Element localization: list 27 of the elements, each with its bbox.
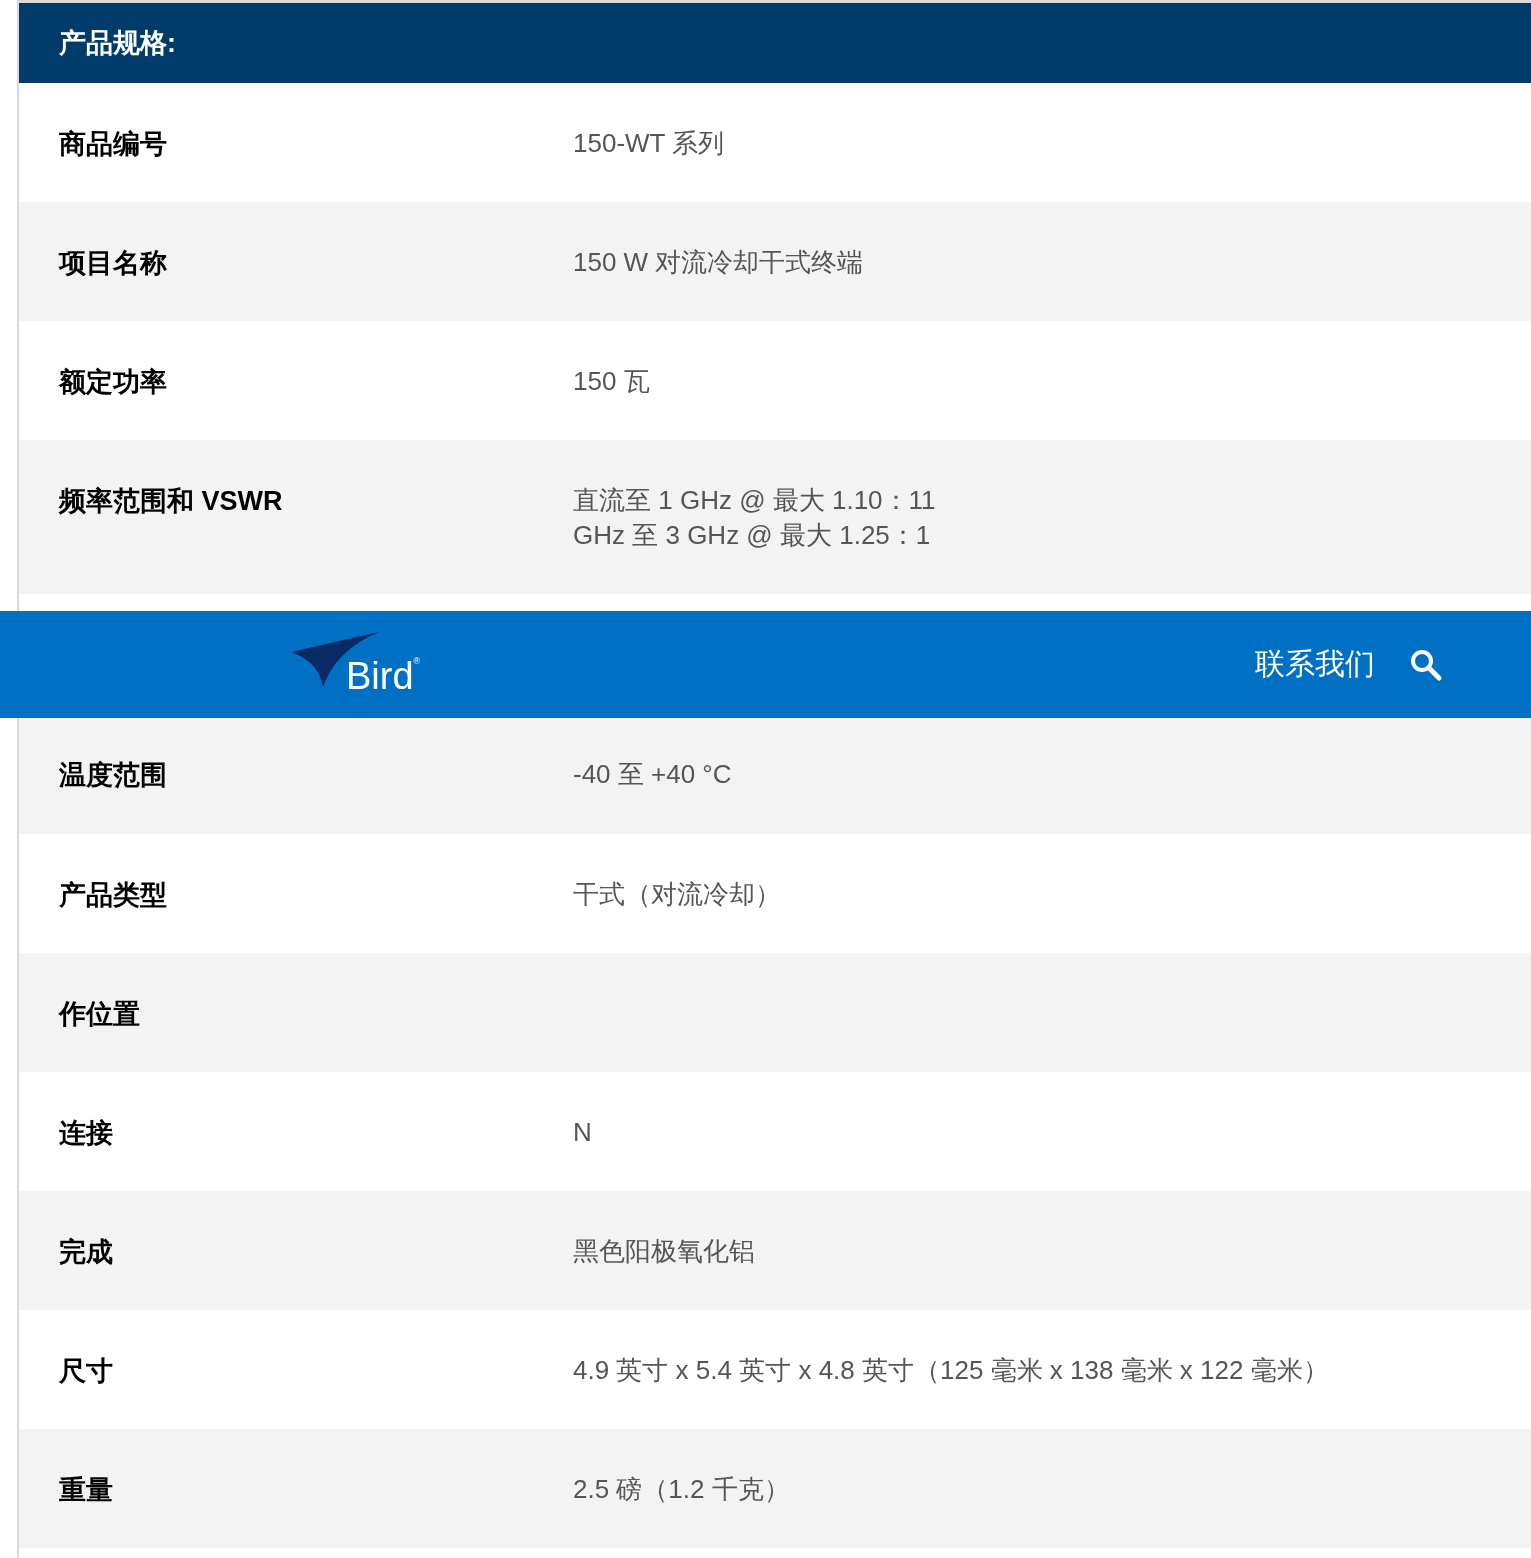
spec-value: 2.5 磅（1.2 千克） xyxy=(573,1473,790,1506)
spec-value: 150-WT 系列 xyxy=(573,127,725,160)
spec-label: 温度范围 xyxy=(59,759,168,792)
spec-value: 4.9 英寸 x 5.4 英寸 x 4.8 英寸（125 毫米 x 138 毫米 x 122 毫米） xyxy=(573,1354,1329,1387)
spec-label: 商品编号 xyxy=(59,128,168,161)
spec-label: 完成 xyxy=(59,1236,114,1269)
spec-label: 重量 xyxy=(59,1474,114,1507)
spec-label: 项目名称 xyxy=(59,247,168,280)
spec-value: 直流至 1 GHz @ 最大 1.10：11 xyxy=(573,484,936,517)
spec-label: 尺寸 xyxy=(59,1355,114,1388)
spec-label: 连接 xyxy=(59,1117,114,1150)
spec-value: 干式（对流冷却） xyxy=(573,878,781,911)
spec-value: -40 至 +40 °C xyxy=(573,758,732,791)
section-title: 产品规格: xyxy=(59,27,176,60)
spec-value: 150 瓦 xyxy=(573,365,650,398)
spec-value: 黑色阳极氧化铝 xyxy=(573,1235,755,1268)
spec-label: 频率范围和 VSWR xyxy=(59,485,284,518)
contact-link[interactable]: 联系我们 xyxy=(1255,644,1375,685)
registered-mark: ® xyxy=(413,655,421,666)
logo-text: Bird xyxy=(346,655,414,696)
spec-value: GHz 至 3 GHz @ 最大 1.25：1 xyxy=(573,519,932,552)
spec-value: N xyxy=(573,1116,592,1149)
spec-label: 作位置 xyxy=(59,998,141,1031)
spec-label: 额定功率 xyxy=(59,366,168,399)
search-icon[interactable] xyxy=(1409,647,1443,682)
spec-label: 产品类型 xyxy=(59,879,168,912)
spec-value: 150 W 对流冷却干式终端 xyxy=(573,246,864,279)
